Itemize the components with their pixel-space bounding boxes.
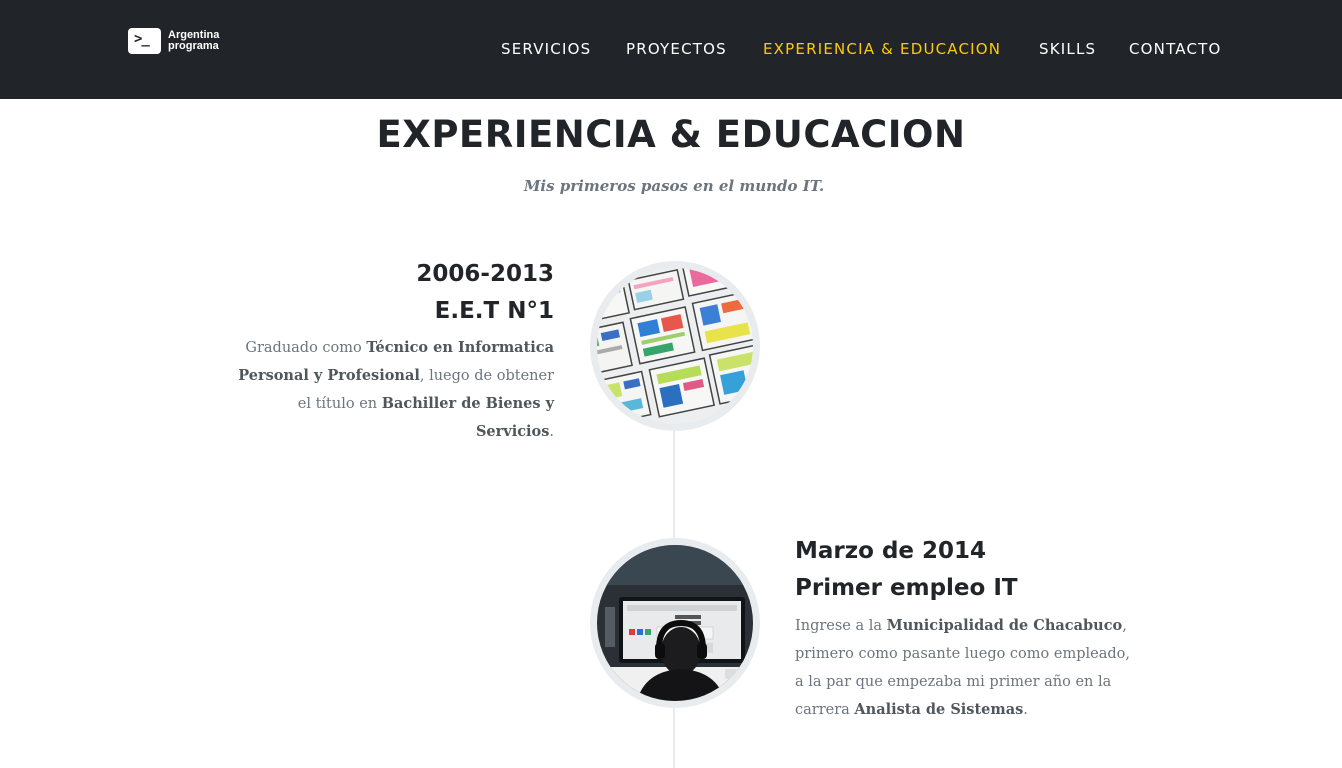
timeline-body-1-text: Graduado como [245, 340, 367, 356]
section-subheading: Mis primeros pasos en el mundo IT. [523, 177, 825, 195]
timeline-image-2 [590, 538, 760, 708]
section-heading: EXPERIENCIA & EDUCACION [376, 113, 966, 156]
brand-logo[interactable]: >_ Argentina programa [128, 28, 219, 54]
timeline-heading-1: 2006-2013 E.E.T N°1 [416, 256, 554, 330]
nav-link-contacto[interactable]: CONTACTO [1129, 39, 1222, 59]
timeline-body-2: Ingrese a la Municipalidad de Chacabuco,… [795, 612, 1130, 724]
timeline-date-2: Marzo de 2014 [795, 538, 987, 564]
terminal-icon: >_ [128, 28, 161, 54]
timeline-body-1: Graduado como Técnico en Informatica Per… [224, 334, 554, 446]
timeline-body-1-text: . [549, 424, 554, 440]
timeline-title-2: Primer empleo IT [795, 575, 1018, 601]
timeline-body-2-text: Ingrese a la [795, 618, 887, 634]
timeline-heading-2: Marzo de 2014 Primer empleo IT [795, 533, 1018, 607]
timeline-title-1: E.E.T N°1 [434, 298, 554, 324]
timeline-image-1 [590, 261, 760, 431]
nav-link-skills[interactable]: SKILLS [1039, 39, 1096, 59]
timeline-body-2-text: . [1023, 702, 1028, 718]
brand-line-2: programa [168, 40, 219, 52]
timeline-body-2-bold: Analista de Sistemas [854, 701, 1024, 718]
timeline-date-1: 2006-2013 [416, 261, 554, 287]
person-at-computer-image [597, 545, 753, 701]
navbar: >_ Argentina programa SERVICIOS PROYECTO… [0, 0, 1342, 99]
brand-text: Argentina programa [168, 30, 219, 52]
timeline-body-2-bold: Municipalidad de Chacabuco [886, 617, 1123, 634]
nav-link-experiencia-educacion[interactable]: EXPERIENCIA & EDUCACION [763, 39, 1001, 59]
nav-link-proyectos[interactable]: PROYECTOS [626, 39, 727, 59]
brand-prompt: >_ [134, 31, 150, 47]
timeline-body-1-bold: Bachiller de Bienes y Servicios [381, 395, 554, 440]
nav-link-servicios[interactable]: SERVICIOS [501, 39, 591, 59]
wireframe-sketches-image [597, 268, 753, 424]
